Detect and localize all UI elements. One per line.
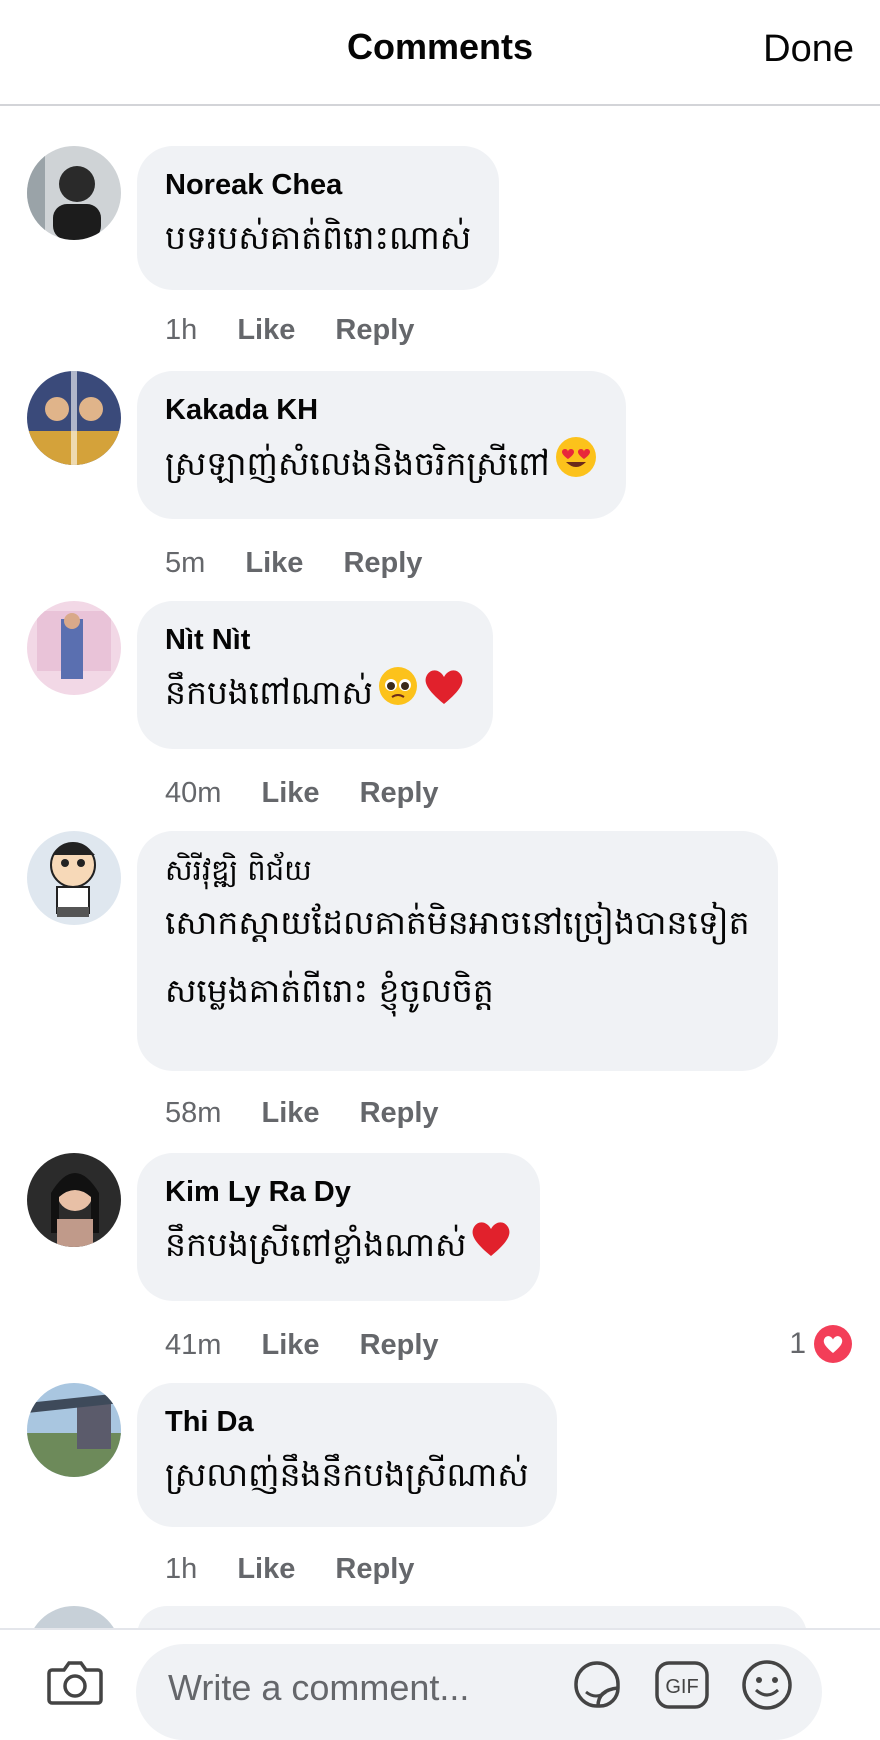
comment-actions: 5m Like Reply: [165, 547, 454, 580]
like-button[interactable]: Like: [237, 1553, 295, 1585]
comment-text: ស្រលាញ់នឹងនឹកបងស្រីណាស់: [165, 1455, 529, 1494]
comment-time: 40m: [165, 777, 222, 809]
comment-time: 41m: [165, 1329, 222, 1361]
comment-text-line: ស្រឡាញ់សំលេងនិងចរិកស្រីពៅ: [165, 444, 550, 483]
comment-time: 58m: [165, 1097, 222, 1129]
like-button[interactable]: Like: [261, 777, 319, 809]
comment-actions: 40m Like Reply: [165, 777, 471, 810]
reply-button[interactable]: Reply: [360, 1097, 439, 1129]
comment-text-line: សោកស្តាយដែលគាត់មិនអាចនៅច្រៀងបានទៀត: [165, 903, 750, 942]
comment-text-line: សម្លេងគាត់ពីរោះ ខ្ញុំចូលចិត្ត: [165, 971, 494, 1010]
comment-author[interactable]: Noreak Chea: [165, 168, 471, 202]
comment-text: នឹកបងស្រីពៅខ្លាំងណាស់: [165, 1217, 512, 1275]
reply-button[interactable]: Reply: [343, 547, 422, 579]
like-button[interactable]: Like: [261, 1329, 319, 1361]
sticker-icon[interactable]: [568, 1656, 626, 1719]
comment-text-line: នឹកបងពៅណាស់: [165, 673, 373, 712]
comment-bubble: Thi Da ស្រលាញ់នឹងនឹកបងស្រីណាស់: [137, 1383, 557, 1527]
comment-time: 5m: [165, 547, 206, 579]
heart-eyes-emoji: [554, 435, 598, 496]
reaction-count: 1: [789, 1327, 806, 1360]
comment-actions: 58m Like Reply: [165, 1097, 471, 1130]
comment-text-line: នឹកបងស្រីពៅខ្លាំងណាស់: [165, 1225, 467, 1264]
comment-text: បទរបស់គាត់ពិរោះណាស់: [165, 218, 472, 257]
gif-icon[interactable]: GIF: [654, 1660, 710, 1715]
comment-author[interactable]: សិរីវុឌ្ឍិ ពិជ័យ: [165, 853, 750, 887]
comment-author[interactable]: Nìt Nìt: [165, 623, 465, 657]
comment-text: នឹកបងពៅណាស់: [165, 665, 465, 724]
page-title: Comments: [346, 26, 534, 67]
like-button[interactable]: Like: [237, 314, 295, 346]
reply-button[interactable]: Reply: [335, 1553, 414, 1585]
red-heart-emoji: [423, 666, 465, 723]
avatar[interactable]: [27, 1153, 121, 1247]
comment-text: ស្រឡាញ់សំលេងនិងចរិកស្រីពៅ: [165, 435, 598, 496]
love-reaction-icon: [814, 1325, 852, 1363]
comment-bubble: Kakada KH ស្រឡាញ់សំលេងនិងចរិកស្រីពៅ: [137, 371, 626, 519]
header: Comments Done: [0, 0, 880, 106]
avatar[interactable]: [27, 146, 121, 240]
comment-actions: 1h Like Reply: [165, 314, 446, 347]
avatar[interactable]: [27, 601, 121, 695]
avatar[interactable]: [27, 831, 121, 925]
comment-bubble: Nìt Nìt នឹកបងពៅណាស់: [137, 601, 493, 749]
comment-time: 1h: [165, 1553, 198, 1585]
like-button[interactable]: Like: [261, 1097, 319, 1129]
reaction-summary[interactable]: 1: [789, 1325, 852, 1363]
reply-button[interactable]: Reply: [360, 1329, 439, 1361]
pleading-face-emoji: [377, 665, 419, 724]
red-heart-emoji: [470, 1218, 512, 1275]
comment-actions: 1h Like Reply: [165, 1553, 446, 1586]
svg-text:GIF: GIF: [665, 1676, 698, 1698]
comment-author[interactable]: Thi Da: [165, 1405, 529, 1439]
comment-time: 1h: [165, 314, 198, 346]
comment-bubble: Kim Ly Ra Dy នឹកបងស្រីពៅខ្លាំងណាស់: [137, 1153, 541, 1301]
camera-icon[interactable]: [46, 1658, 104, 1711]
comment-bubble: Noreak Chea បទរបស់គាត់ពិរោះណាស់: [137, 146, 500, 290]
comment-author[interactable]: Kim Ly Ra Dy: [165, 1175, 512, 1209]
like-button[interactable]: Like: [245, 547, 303, 579]
comment-author[interactable]: Kakada KH: [165, 393, 598, 427]
avatar[interactable]: [27, 1383, 121, 1477]
comment-bubble: សិរីវុឌ្ឍិ ពិជ័យ សោកស្តាយដែលគាត់មិនអាចនៅ…: [137, 831, 778, 1071]
comment-input[interactable]: [166, 1666, 550, 1710]
smile-icon[interactable]: [740, 1658, 794, 1717]
comment-box[interactable]: GIF: [136, 1644, 822, 1740]
done-button[interactable]: Done: [763, 28, 854, 71]
reply-button[interactable]: Reply: [360, 777, 439, 809]
comment-composer: GIF: [0, 1628, 880, 1740]
comment-actions: 41m Like Reply: [165, 1329, 471, 1362]
reply-button[interactable]: Reply: [335, 314, 414, 346]
avatar[interactable]: [27, 371, 121, 465]
